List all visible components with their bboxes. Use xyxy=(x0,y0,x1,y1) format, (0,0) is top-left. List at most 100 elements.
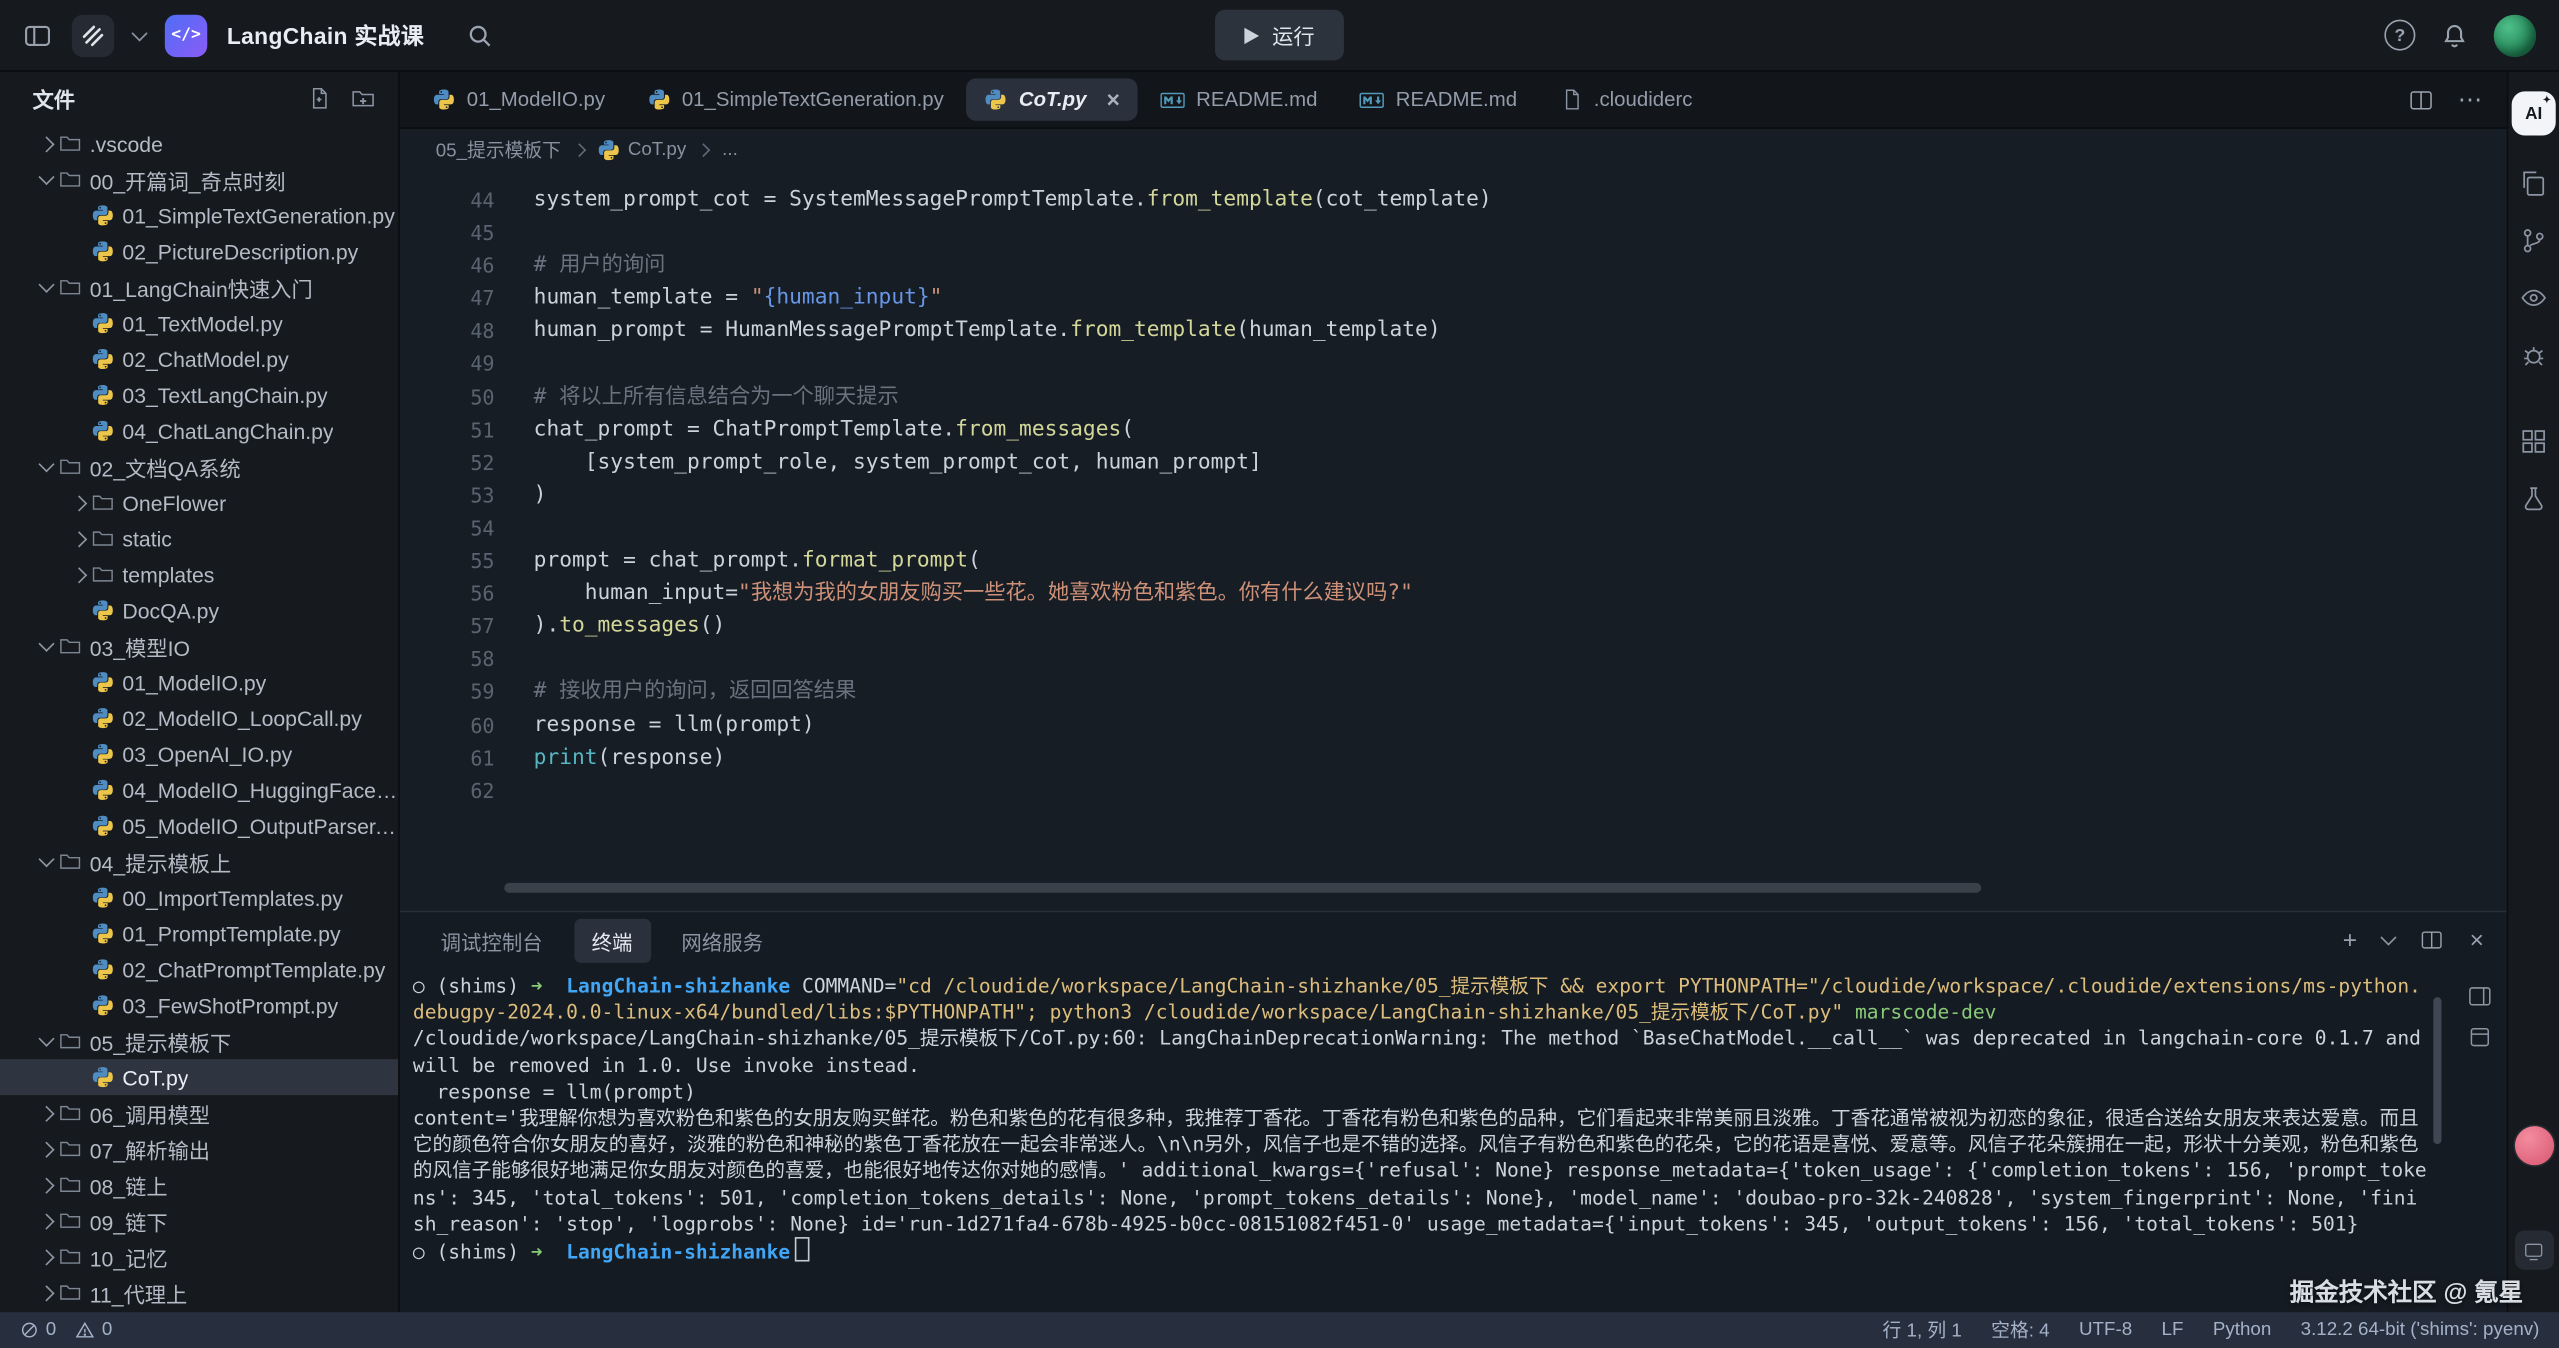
tree-item[interactable]: 02_文档QA系统 xyxy=(0,449,398,485)
tree-item[interactable]: .vscode xyxy=(0,126,398,162)
status-entry[interactable]: UTF-8 xyxy=(2079,1320,2132,1340)
editor-tab[interactable]: CoT.py× xyxy=(967,78,1138,120)
tree-item[interactable]: 04_ModelIO_HuggingFace.py xyxy=(0,772,398,808)
tree-item[interactable]: 03_OpenAI_IO.py xyxy=(0,736,398,772)
folder-icon xyxy=(59,1281,90,1304)
user-avatar[interactable] xyxy=(2494,14,2536,56)
editor-tab[interactable]: 01_SimpleTextGeneration.py xyxy=(628,71,963,128)
new-terminal-icon[interactable]: + xyxy=(2343,928,2357,952)
tree-item[interactable]: 04_提示模板上 xyxy=(0,844,398,880)
tree-item[interactable]: 04_ChatLangChain.py xyxy=(0,413,398,449)
workspace-chevron-down-icon[interactable] xyxy=(131,25,147,41)
tree-item[interactable]: 03_TextLangChain.py xyxy=(0,377,398,413)
python-file-icon xyxy=(91,384,122,407)
workspace-logo[interactable] xyxy=(72,14,114,56)
tree-item[interactable]: 05_提示模板下 xyxy=(0,1023,398,1059)
breadcrumb-item[interactable]: 05_提示模板下 xyxy=(436,136,561,162)
tree-item[interactable]: 03_FewShotPrompt.py xyxy=(0,987,398,1023)
tree-item[interactable]: OneFlower xyxy=(0,485,398,521)
copy-files-icon[interactable] xyxy=(2520,165,2548,201)
tree-item[interactable]: 02_ChatModel.py xyxy=(0,341,398,377)
panel-tab[interactable]: 终端 xyxy=(574,918,651,962)
line-number: 53 xyxy=(400,480,534,513)
warning-count[interactable]: 0 xyxy=(76,1320,113,1340)
split-editor-icon[interactable] xyxy=(2409,87,2433,111)
status-entry[interactable]: 行 1, 列 1 xyxy=(1883,1317,1962,1343)
folder-icon xyxy=(59,1173,90,1196)
close-tab-icon[interactable]: × xyxy=(1106,88,1119,111)
editor-horizontal-scrollbar[interactable] xyxy=(504,883,1981,893)
breadcrumb-item[interactable]: CoT.py xyxy=(597,138,686,161)
tree-item[interactable]: 00_开篇词_奇点时刻 xyxy=(0,162,398,198)
debug-bug-icon[interactable] xyxy=(2520,336,2548,372)
terminal-tabs-view-icon[interactable] xyxy=(2468,984,2492,1008)
tree-item[interactable]: 09_链下 xyxy=(0,1203,398,1239)
markdown-file-icon xyxy=(1360,87,1384,111)
preview-eye-icon[interactable] xyxy=(2520,279,2548,315)
tree-item[interactable]: 07_解析输出 xyxy=(0,1131,398,1167)
tree-item[interactable]: 10_记忆 xyxy=(0,1239,398,1275)
terminal-line: ○ (shims) ➜ LangChain-shizhanke xyxy=(413,1237,2429,1265)
editor-tab[interactable]: README.md xyxy=(1340,71,1536,128)
assistant-avatar-button[interactable] xyxy=(2514,1126,2553,1165)
python-file-icon xyxy=(91,886,122,909)
folder-icon xyxy=(91,491,122,514)
error-count[interactable]: 0 xyxy=(20,1320,57,1340)
tree-item[interactable]: 03_模型IO xyxy=(0,628,398,664)
test-flask-icon[interactable] xyxy=(2520,480,2548,516)
split-terminal-icon[interactable] xyxy=(2421,929,2444,952)
editor-tab[interactable]: README.md xyxy=(1141,71,1337,128)
terminal-scrollbar[interactable] xyxy=(2433,997,2441,1144)
editor-tab[interactable]: 01_ModelIO.py xyxy=(413,71,625,128)
tree-item[interactable]: 01_TextModel.py xyxy=(0,305,398,341)
toggle-sidebar-icon[interactable] xyxy=(23,20,52,49)
run-button[interactable]: 运行 xyxy=(1215,10,1344,61)
tree-item[interactable]: 02_PictureDescription.py xyxy=(0,233,398,269)
code-line: 47human_template = "{human_input}" xyxy=(400,283,2507,316)
more-actions-icon[interactable]: ⋯ xyxy=(2458,85,2484,114)
code-editor[interactable]: 44system_prompt_cot = SystemMessagePromp… xyxy=(400,170,2507,911)
tree-item[interactable]: 01_PromptTemplate.py xyxy=(0,916,398,952)
close-panel-icon[interactable]: × xyxy=(2470,928,2484,952)
tree-item[interactable]: 08_链上 xyxy=(0,1167,398,1203)
tree-item[interactable]: DocQA.py xyxy=(0,592,398,628)
tree-item[interactable]: 01_SimpleTextGeneration.py xyxy=(0,197,398,233)
panel-tab[interactable]: 网络服务 xyxy=(663,918,781,962)
feedback-widget-button[interactable] xyxy=(2514,1231,2553,1270)
chevron-right-icon xyxy=(33,1179,59,1190)
tree-item[interactable]: 02_ModelIO_LoopCall.py xyxy=(0,700,398,736)
notifications-bell-icon[interactable] xyxy=(2441,22,2467,48)
tree-item[interactable]: 01_LangChain快速入门 xyxy=(0,269,398,305)
terminal-dropdown-icon[interactable] xyxy=(2381,930,2397,946)
tree-item[interactable]: 05_ModelIO_OutputParser.py xyxy=(0,808,398,844)
new-file-icon[interactable] xyxy=(307,86,331,110)
status-entry[interactable]: 空格: 4 xyxy=(1991,1317,2049,1343)
editor-tab[interactable]: .cloudiderc xyxy=(1540,71,1712,128)
chevron-down-icon xyxy=(33,463,59,470)
panel-tab[interactable]: 调试控制台 xyxy=(423,918,561,962)
ai-assistant-button[interactable]: AI✦ xyxy=(2512,91,2556,135)
help-icon[interactable]: ? xyxy=(2384,20,2415,51)
tree-item[interactable]: templates xyxy=(0,557,398,593)
tree-item[interactable]: CoT.py xyxy=(0,1059,398,1095)
source-control-branch-icon[interactable] xyxy=(2520,222,2548,258)
tree-item[interactable]: 11_代理上 xyxy=(0,1275,398,1311)
maximize-panel-icon[interactable] xyxy=(2468,1025,2492,1049)
status-entry[interactable]: LF xyxy=(2162,1320,2184,1340)
terminal-output[interactable]: ○ (shims) ➜ LangChain-shizhanke COMMAND=… xyxy=(400,968,2507,1312)
code-line: 45 xyxy=(400,217,2507,250)
tree-item[interactable]: 06_调用模型 xyxy=(0,1095,398,1131)
extensions-grid-icon[interactable] xyxy=(2520,423,2548,459)
tree-item[interactable]: 01_ModelIO.py xyxy=(0,664,398,700)
status-entry[interactable]: 3.12.2 64-bit ('shims': pyenv) xyxy=(2301,1320,2540,1340)
status-entry[interactable]: Python xyxy=(2213,1320,2271,1340)
tree-item[interactable]: static xyxy=(0,521,398,557)
tab-label: 01_SimpleTextGeneration.py xyxy=(682,88,944,111)
search-icon[interactable] xyxy=(466,22,492,48)
project-title[interactable]: LangChain 实战课 xyxy=(227,19,424,52)
tree-item[interactable]: 00_ImportTemplates.py xyxy=(0,880,398,916)
breadcrumb-item[interactable]: ... xyxy=(722,140,738,160)
file-icon xyxy=(1560,88,1583,111)
new-folder-icon[interactable] xyxy=(351,86,375,110)
tree-item[interactable]: 02_ChatPromptTemplate.py xyxy=(0,951,398,987)
